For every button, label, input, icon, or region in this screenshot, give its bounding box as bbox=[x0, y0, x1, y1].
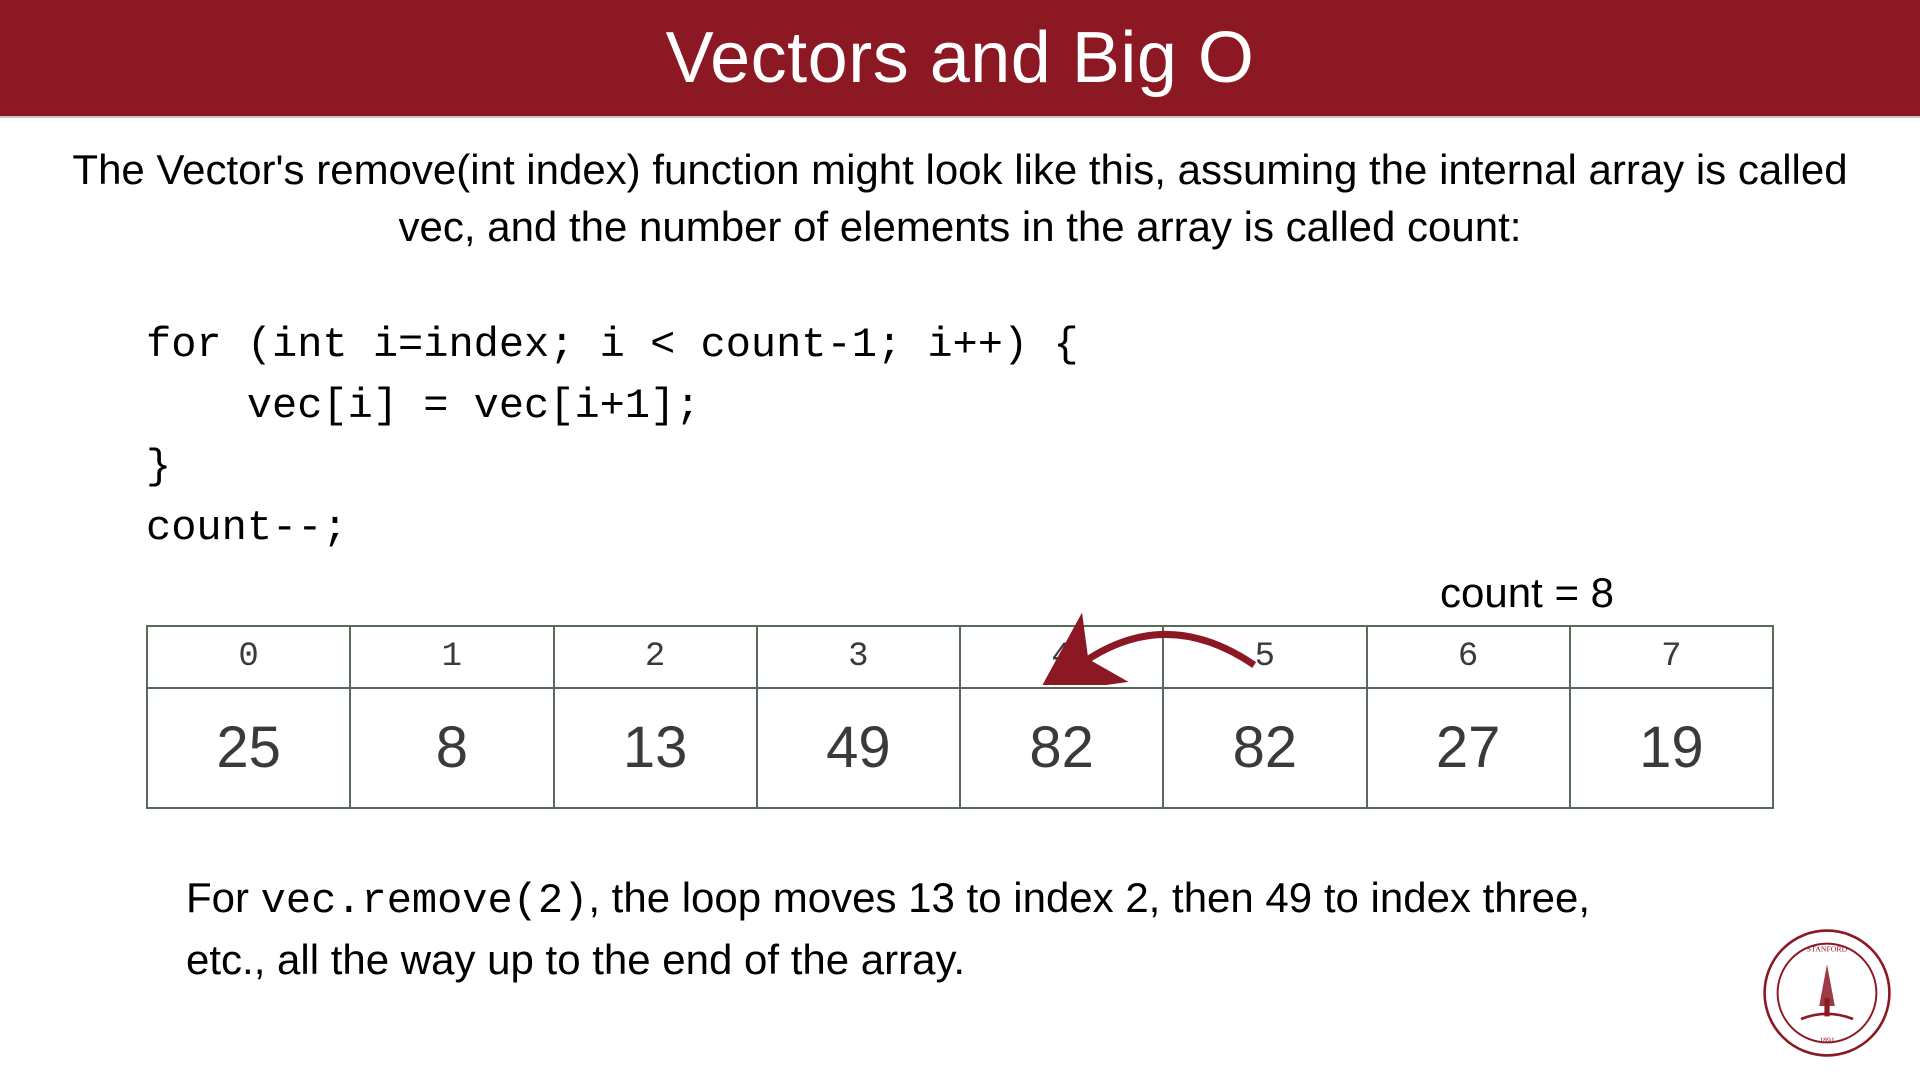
explanation-code: vec.remove(2) bbox=[261, 877, 589, 925]
array-index-row: 0 1 2 3 4 5 6 7 bbox=[147, 626, 1773, 688]
explanation-prefix: For bbox=[186, 874, 261, 921]
array-index-cell: 1 bbox=[350, 626, 553, 688]
stanford-seal-icon: STANFORD 1891 bbox=[1762, 928, 1892, 1058]
array-index-cell: 7 bbox=[1570, 626, 1773, 688]
array-table: 0 1 2 3 4 5 6 7 25 8 13 49 82 82 27 19 bbox=[146, 625, 1774, 809]
count-label: count = 8 bbox=[56, 569, 1864, 617]
slide-body: The Vector's remove(int index) function … bbox=[0, 118, 1920, 990]
array-value-cell: 13 bbox=[554, 688, 757, 808]
array-value-cell: 82 bbox=[1163, 688, 1366, 808]
array-index-cell: 5 bbox=[1163, 626, 1366, 688]
array-value-cell: 82 bbox=[960, 688, 1163, 808]
array-index-cell: 4 bbox=[960, 626, 1163, 688]
explanation-text: For vec.remove(2), the loop moves 13 to … bbox=[186, 869, 1644, 990]
array-index-cell: 2 bbox=[554, 626, 757, 688]
svg-text:STANFORD: STANFORD bbox=[1807, 944, 1848, 953]
slide-title: Vectors and Big O bbox=[666, 17, 1255, 99]
array-index-cell: 0 bbox=[147, 626, 350, 688]
slide-header: Vectors and Big O bbox=[0, 0, 1920, 118]
array-value-cell: 8 bbox=[350, 688, 553, 808]
array-value-cell: 19 bbox=[1570, 688, 1773, 808]
array-value-row: 25 8 13 49 82 82 27 19 bbox=[147, 688, 1773, 808]
code-block: for (int i=index; i < count-1; i++) { ve… bbox=[146, 315, 1864, 559]
array-value-cell: 25 bbox=[147, 688, 350, 808]
array-index-cell: 6 bbox=[1367, 626, 1570, 688]
intro-text: The Vector's remove(int index) function … bbox=[56, 142, 1864, 255]
array-index-cell: 3 bbox=[757, 626, 960, 688]
array-value-cell: 27 bbox=[1367, 688, 1570, 808]
array-diagram: 0 1 2 3 4 5 6 7 25 8 13 49 82 82 27 19 bbox=[146, 625, 1774, 809]
array-value-cell: 49 bbox=[757, 688, 960, 808]
svg-text:1891: 1891 bbox=[1819, 1035, 1835, 1044]
